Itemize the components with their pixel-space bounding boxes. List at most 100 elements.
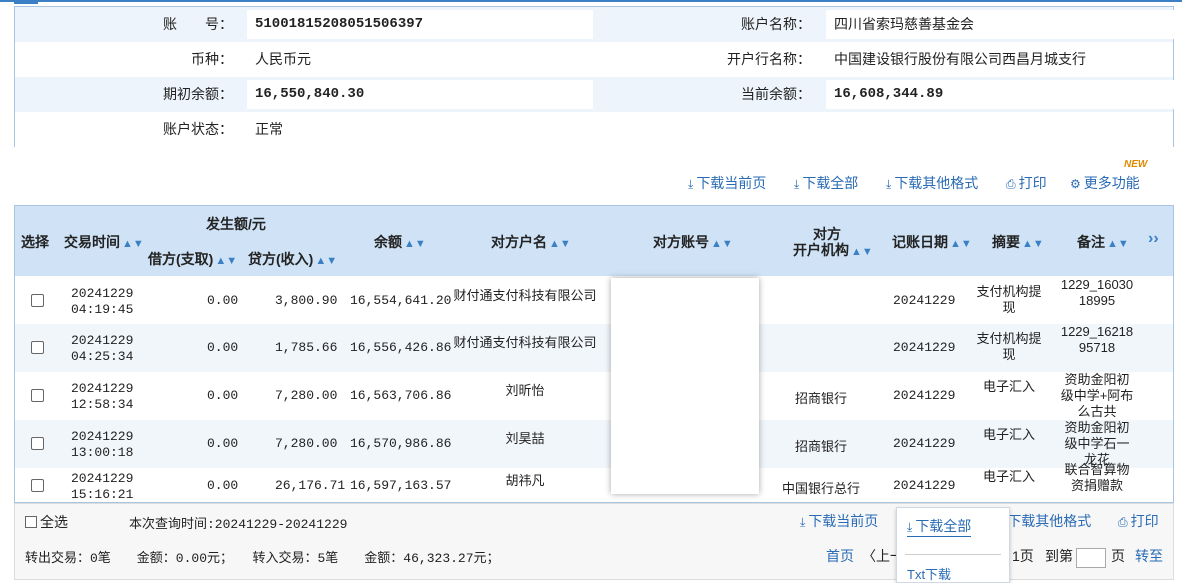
header-remark[interactable]: 备注 ▲▼ [1077, 232, 1129, 252]
first-page-link[interactable]: 首页 [826, 546, 854, 566]
header-debit[interactable]: 借方(支取) ▲▼ [148, 249, 237, 269]
cell-summary: 电子汇入 [982, 379, 1035, 394]
cell-time: 12:58:34 [71, 397, 134, 412]
goto-button[interactable]: 转至 [1135, 546, 1163, 566]
download-other-label: 下载其他格式 [894, 175, 979, 191]
cell-post-date: 20241229 [893, 388, 956, 403]
sort-icon: ▲▼ [404, 238, 426, 250]
account-no-value: 51001815208051506397 [255, 16, 424, 32]
cell-post-date: 20241229 [893, 478, 956, 493]
select-all[interactable]: 全选 [25, 512, 68, 532]
cell-balance: 16,554,641.20 [350, 293, 452, 308]
download-current-button[interactable]: ⤓ 下载当前页 [688, 173, 766, 193]
more-functions-label: 更多功能 [1083, 175, 1140, 191]
cell-credit: 7,280.00 [275, 436, 338, 451]
download-icon: ⤓ [907, 520, 913, 534]
expand-columns-icon[interactable]: ›› [1148, 230, 1159, 248]
download-icon: ⤓ [794, 177, 800, 191]
transaction-summary: 转出交易：0笔 金额：0.00元； 转入交易：5笔 金额：46,323.27元； [25, 551, 500, 566]
opening-balance-label: 期初余额： [163, 86, 233, 102]
sort-icon: ▲▼ [851, 246, 873, 258]
account-name-value: 四川省索玛慈善基金会 [834, 16, 974, 32]
header-counterparty-bank[interactable]: 开户机构 ▲▼ [793, 240, 873, 260]
header-post-date[interactable]: 记账日期 ▲▼ [892, 232, 972, 252]
header-debit-label: 借方(支取) [148, 251, 214, 267]
header-summary-label: 摘要 [992, 234, 1020, 250]
current-balance-label: 当前余额： [741, 86, 811, 102]
sort-icon: ▲▼ [549, 238, 571, 250]
account-no-label: 账 号： [163, 16, 233, 32]
footer-download-other-button[interactable]: ⤓下载其他格式 [999, 511, 1091, 531]
cell-remark: 1229_16218 95718 [1060, 324, 1134, 355]
download-all-button[interactable]: ⤓ 下载全部 [794, 173, 858, 193]
header-counterparty-account[interactable]: 对方账号 ▲▼ [653, 232, 733, 252]
dropdown-download-all[interactable]: ⤓ 下载全部 [907, 516, 972, 537]
cell-date: 20241229 [71, 333, 134, 348]
header-counterparty-name[interactable]: 对方户名 ▲▼ [491, 232, 571, 252]
more-functions-button[interactable]: ⚙ 更多功能 [1070, 173, 1140, 193]
currency-label: 币种： [191, 51, 233, 67]
cell-date: 20241229 [71, 471, 134, 486]
cell-time: 04:25:34 [71, 349, 134, 364]
dropdown-download-all-label: 下载全部 [915, 518, 972, 534]
footer-print-button[interactable]: ⎙ 打印 [1118, 511, 1159, 531]
info-row: 账户状态： 正常 [15, 112, 1173, 147]
table-row: 20241229 12:58:34 0.00 7,280.00 16,563,706.8… [15, 372, 1173, 420]
cell-date: 20241229 [71, 381, 134, 396]
cell-date: 20241229 [71, 429, 134, 444]
header-summary[interactable]: 摘要 ▲▼ [992, 232, 1044, 252]
printer-icon: ⎙ [1118, 515, 1128, 529]
header-balance-label: 余额 [374, 234, 402, 250]
cell-balance: 16,556,426.86 [350, 340, 452, 355]
cell-credit: 26,176.71 [275, 478, 346, 493]
sort-icon: ▲▼ [215, 255, 238, 267]
header-balance[interactable]: 余额 ▲▼ [374, 232, 426, 252]
row-checkbox[interactable] [31, 294, 44, 307]
page-number-input[interactable] [1076, 548, 1106, 568]
select-all-label: 全选 [40, 514, 68, 530]
cell-post-date: 20241229 [893, 340, 956, 355]
cell-summary: 电子汇入 [982, 469, 1035, 484]
cell-debit: 0.00 [207, 478, 239, 493]
top-tab-strip [0, 0, 1182, 4]
cell-debit: 0.00 [207, 436, 239, 451]
header-credit[interactable]: 贷方(收入) ▲▼ [248, 249, 337, 269]
bank-name-label: 开户行名称： [727, 51, 811, 67]
header-post-date-label: 记账日期 [892, 234, 948, 250]
transaction-table: 选择 交易时间 ▲▼ 发生额/元 借方(支取) ▲▼ 贷方(收入) ▲▼ 余额 ▲▼ 对… [14, 205, 1174, 503]
cell-debit: 0.00 [207, 340, 239, 355]
bank-name-value: 中国建设银行股份有限公司西昌月城支行 [834, 51, 1086, 67]
cell-debit: 0.00 [207, 293, 239, 308]
select-all-checkbox[interactable] [25, 516, 37, 528]
header-credit-label: 贷方(收入) [248, 251, 314, 267]
page-count: 1页 [1012, 548, 1034, 564]
cell-balance: 16,563,706.86 [350, 388, 452, 403]
header-counterparty-bank-label: 开户机构 [793, 242, 849, 258]
download-icon: ⤓ [886, 177, 892, 191]
cell-credit: 3,800.90 [275, 293, 338, 308]
txt-download-option[interactable]: Txt下载 [907, 564, 951, 583]
header-amount-group: 发生额/元 [206, 216, 266, 232]
cell-credit: 7,280.00 [275, 388, 338, 403]
row-checkbox[interactable] [31, 437, 44, 450]
footer-download-other-label: 下载其他格式 [1007, 513, 1092, 529]
sort-icon: ▲▼ [711, 238, 733, 250]
cell-remark: 资助金阳初级中学石一龙花 [1064, 420, 1130, 467]
row-checkbox[interactable] [31, 479, 44, 492]
active-tab-indicator[interactable] [14, 0, 38, 4]
footer-download-current-button[interactable]: ⤓ 下载当前页 [800, 511, 878, 531]
header-select: 选择 [21, 234, 49, 250]
print-button[interactable]: ⎙ 打印 [1006, 173, 1047, 193]
goto-suffix: 页 [1111, 548, 1125, 564]
cell-counterparty-name: 刘昕怡 [505, 383, 545, 398]
sort-icon: ▲▼ [122, 238, 144, 250]
header-remark-label: 备注 [1077, 234, 1105, 250]
cell-counterparty-bank: 招商银行 [794, 391, 847, 406]
download-other-button[interactable]: ⤓ 下载其他格式 [886, 173, 978, 193]
footer-print-label: 打印 [1130, 513, 1159, 529]
header-time[interactable]: 交易时间 ▲▼ [64, 232, 144, 252]
cell-time: 15:16:21 [71, 487, 134, 502]
row-checkbox[interactable] [31, 341, 44, 354]
gear-icon: ⚙ [1070, 177, 1081, 191]
row-checkbox[interactable] [31, 389, 44, 402]
